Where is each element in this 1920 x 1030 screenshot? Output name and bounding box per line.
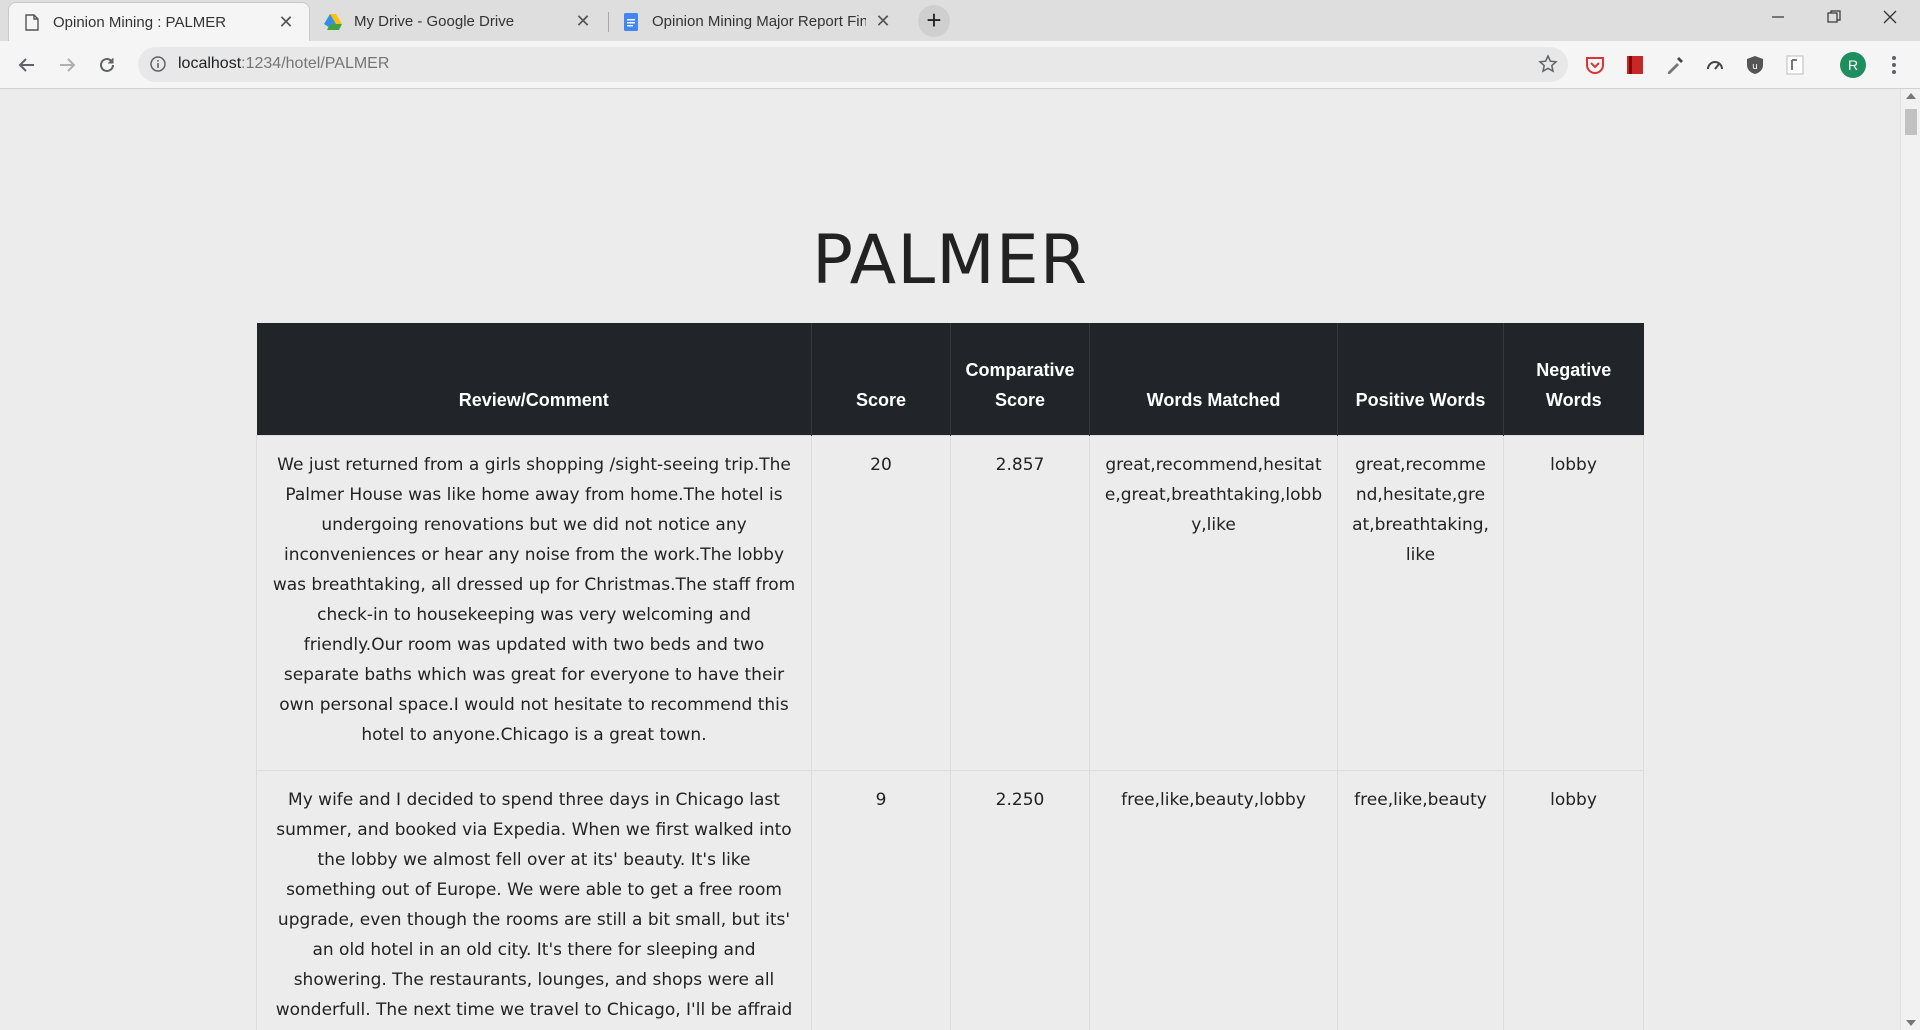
bookmark-star-icon[interactable] — [1538, 54, 1558, 74]
minimize-button[interactable] — [1750, 0, 1806, 38]
bookmark-extension-icon[interactable] — [1624, 54, 1646, 76]
page-viewport: PALMER Review/Comment Score Comparative … — [0, 89, 1900, 1030]
tab-strip: Opinion Mining : PALMER ✕ My Drive - Goo… — [0, 0, 1920, 41]
close-icon — [1883, 10, 1897, 24]
comparative-score-cell: 2.250 — [950, 770, 1090, 1030]
page-icon — [23, 13, 41, 31]
back-arrow-icon — [18, 58, 34, 72]
tab-opinion-mining-palmer[interactable]: Opinion Mining : PALMER ✕ — [8, 2, 310, 41]
words-matched-cell: great,recommend,hesitate,great,breathtak… — [1089, 435, 1338, 771]
positive-words-cell: great,recommend,hesitate,great,breathtak… — [1337, 435, 1504, 771]
review-cell: We just returned from a girls shopping /… — [256, 435, 812, 771]
address-bar[interactable]: localhost:1234/hotel/PALMER — [138, 47, 1568, 82]
close-window-button[interactable] — [1862, 0, 1918, 38]
forward-button[interactable] — [54, 52, 80, 78]
forward-arrow-icon — [60, 58, 76, 72]
scrollbar-thumb[interactable] — [1905, 109, 1917, 135]
scroll-up-arrow-icon[interactable] — [1906, 93, 1916, 99]
header-review-comment: Review/Comment — [256, 323, 812, 436]
speedometer-extension-icon[interactable] — [1704, 54, 1726, 76]
reload-icon — [100, 57, 114, 72]
scroll-down-arrow-icon[interactable] — [1906, 1020, 1916, 1026]
header-score: Score — [811, 323, 951, 436]
tab-title: Opinion Mining Major Report Fin — [652, 13, 866, 30]
minimize-icon — [1772, 16, 1784, 18]
back-button[interactable] — [14, 52, 40, 78]
new-tab-button[interactable]: + — [918, 5, 950, 37]
negative-words-cell: lobby — [1503, 770, 1644, 1030]
eyedropper-extension-icon[interactable] — [1664, 54, 1686, 76]
browser-toolbar: localhost:1234/hotel/PALMER u R — [0, 41, 1920, 89]
tab-title: My Drive - Google Drive — [354, 13, 515, 30]
reload-button[interactable] — [94, 52, 120, 78]
table-header-row: Review/Comment Score Comparative Score W… — [256, 323, 1644, 436]
browser-menu-icon[interactable] — [1888, 53, 1900, 77]
tab-opinion-mining-report[interactable]: Opinion Mining Major Report Fin ✕ — [608, 2, 906, 41]
words-matched-cell: free,like,beauty,lobby — [1089, 770, 1338, 1030]
google-drive-icon — [324, 13, 342, 31]
score-cell: 9 — [811, 770, 951, 1030]
positive-words-cell: free,like,beauty — [1337, 770, 1504, 1030]
review-cell: My wife and I decided to spend three day… — [256, 770, 812, 1030]
comparative-score-cell: 2.857 — [950, 435, 1090, 771]
url-text: localhost:1234/hotel/PALMER — [178, 55, 389, 73]
url-path: :1234/hotel/PALMER — [241, 55, 390, 72]
header-negative-words: Negative Words — [1503, 323, 1644, 436]
google-docs-icon — [622, 12, 640, 31]
tab-title: Opinion Mining : PALMER — [53, 13, 227, 31]
header-positive-words: Positive Words — [1337, 323, 1504, 436]
close-tab-icon[interactable]: ✕ — [277, 12, 295, 33]
reviews-table: Review/Comment Score Comparative Score W… — [256, 323, 1644, 1030]
info-icon[interactable] — [150, 56, 166, 72]
negative-words-cell: lobby — [1503, 435, 1644, 771]
close-tab-icon[interactable]: ✕ — [874, 11, 892, 32]
close-tab-icon[interactable]: ✕ — [574, 11, 592, 32]
page-scrollbar[interactable] — [1900, 89, 1920, 1030]
header-words-matched: Words Matched — [1089, 323, 1338, 436]
restore-button[interactable] — [1806, 0, 1862, 38]
profile-avatar[interactable]: R — [1840, 52, 1866, 78]
reader-extension-icon[interactable] — [1784, 54, 1806, 76]
table-row: My wife and I decided to spend three day… — [256, 770, 1644, 1030]
url-host: localhost — [178, 55, 242, 72]
pocket-extension-icon[interactable] — [1584, 54, 1606, 76]
restore-icon — [1827, 10, 1841, 23]
ublock-shield-icon[interactable]: u — [1744, 54, 1766, 76]
table-row: We just returned from a girls shopping /… — [256, 435, 1644, 771]
page-title: PALMER — [812, 220, 1088, 300]
svg-text:u: u — [1752, 62, 1758, 72]
score-cell: 20 — [811, 435, 951, 771]
header-comparative-score: Comparative Score — [950, 323, 1090, 436]
tab-google-drive[interactable]: My Drive - Google Drive ✕ — [310, 2, 606, 41]
